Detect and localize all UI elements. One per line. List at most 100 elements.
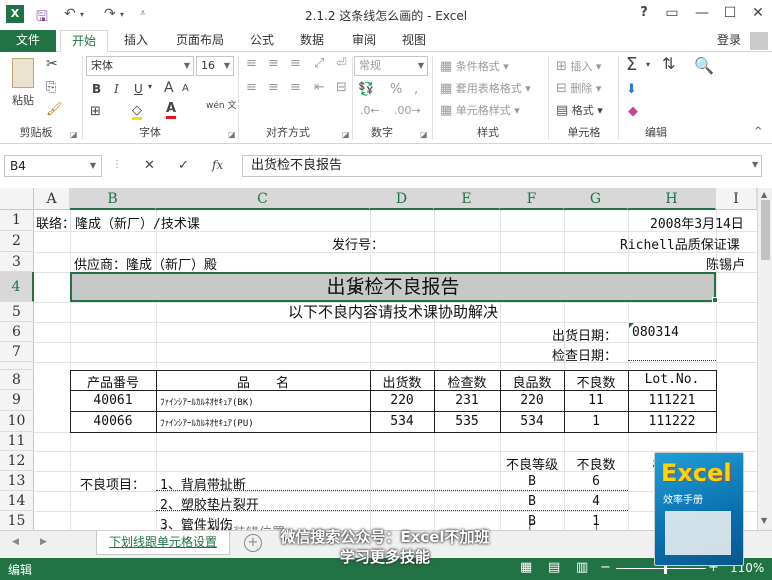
copy-icon[interactable]: ⎘	[46, 80, 56, 95]
format-painter-icon[interactable]: 🖌	[46, 102, 63, 117]
autosum-dropdown-icon[interactable]: ▾	[646, 60, 650, 69]
formula-input[interactable]: 出货检不良报告	[242, 155, 762, 177]
cell-defect-count-header[interactable]: 不良数	[564, 454, 628, 473]
report-title[interactable]: 出货检不良报告	[70, 274, 716, 300]
wrap-text-icon[interactable]: ⏎	[336, 56, 347, 71]
tab-file[interactable]: 文件	[0, 30, 56, 52]
row-header[interactable]: 12	[0, 451, 34, 471]
italic-button[interactable]: I	[114, 82, 119, 96]
table-header-cell[interactable]: 良品数	[500, 372, 564, 391]
table-cell[interactable]: 535	[434, 414, 500, 429]
row-header-hidden[interactable]	[0, 362, 34, 370]
merge-center-icon[interactable]: ⊟	[336, 80, 347, 95]
fill-icon[interactable]: ⬇	[626, 82, 637, 97]
name-box[interactable]: B4 ▼	[4, 155, 102, 177]
row-header[interactable]: 2	[0, 231, 34, 252]
select-all-corner[interactable]	[0, 188, 34, 210]
font-color-icon[interactable]: A	[166, 102, 177, 119]
page-layout-view-icon[interactable]: ▤	[548, 560, 560, 575]
cell-issuer-label[interactable]: 发行号：	[332, 234, 384, 253]
defect-count[interactable]: 4	[564, 494, 628, 509]
delete-cells-button[interactable]: ⊟ 删除 ▾	[556, 80, 601, 96]
format-cells-button[interactable]: ▤ 格式 ▾	[556, 102, 603, 118]
row-header[interactable]: 10	[0, 411, 34, 432]
row-header[interactable]: 15	[0, 511, 34, 530]
cell-person[interactable]: 陈锡卢	[706, 254, 745, 273]
cancel-icon[interactable]: ✕	[144, 158, 155, 173]
column-header-d[interactable]: D	[370, 188, 434, 210]
column-header-f[interactable]: F	[500, 188, 564, 210]
column-header-b[interactable]: B	[70, 188, 156, 210]
cell-defect-label[interactable]: 不良项目：	[80, 474, 145, 493]
spreadsheet-grid[interactable]: A B C D E F G H I 1 2 3 4 5 6 7 8 9 10 1…	[0, 188, 757, 530]
underline-dropdown-icon[interactable]: ▾	[148, 82, 152, 91]
clipboard-launcher-icon[interactable]: ◪	[70, 130, 78, 139]
percent-button[interactable]: %	[390, 82, 402, 97]
table-header-cell[interactable]: 品 名	[156, 372, 370, 391]
comma-button[interactable]: ,	[414, 82, 418, 97]
sheet-tab-active[interactable]: 下划线跟单元格设置	[96, 531, 230, 555]
tab-insert[interactable]: 插入	[116, 30, 156, 52]
help-icon[interactable]: ?	[634, 5, 654, 20]
underline-button[interactable]: U	[134, 82, 143, 96]
table-cell[interactable]: 40066	[70, 414, 156, 429]
cell-date[interactable]: 2008年3月14日	[650, 213, 744, 232]
scroll-down-icon[interactable]: ▼	[761, 516, 767, 525]
clear-icon[interactable]: ◆	[628, 104, 638, 119]
minimize-icon[interactable]: —	[692, 5, 712, 21]
align-bottom-icon[interactable]: ≡	[290, 56, 301, 71]
table-cell[interactable]: 111221	[628, 393, 716, 408]
alignment-launcher-icon[interactable]: ◪	[342, 130, 350, 139]
avatar[interactable]	[750, 32, 768, 50]
next-sheet-icon[interactable]: ▶	[40, 537, 47, 547]
collapse-ribbon-icon[interactable]: ^	[754, 126, 762, 137]
tab-formulas[interactable]: 公式	[242, 30, 282, 52]
prev-sheet-icon[interactable]: ◀	[12, 537, 19, 547]
sort-filter-icon[interactable]: ⇅	[662, 54, 675, 73]
phonetic-icon[interactable]: wén 文	[206, 102, 236, 111]
font-name-select[interactable]: 宋体 ▼	[86, 56, 194, 76]
align-left-icon[interactable]: ≡	[246, 80, 257, 95]
font-size-select[interactable]: 16 ▼	[196, 56, 234, 76]
cell-styles-button[interactable]: ▦ 单元格样式 ▾	[440, 102, 520, 118]
cell-defect-grade-header[interactable]: 不良等级	[500, 454, 564, 473]
align-top-icon[interactable]: ≡	[246, 56, 257, 71]
inspect-date-label[interactable]: 检查日期：	[552, 345, 617, 364]
row-header[interactable]: 3	[0, 252, 34, 272]
ship-date-label[interactable]: 出货日期：	[552, 325, 617, 344]
table-cell[interactable]: ﾌｧｲﾝｼｱｰﾙｶﾙﾈｵｾｷｭｱ(BK)	[160, 395, 254, 408]
column-header-e[interactable]: E	[434, 188, 500, 210]
row-header[interactable]: 7	[0, 342, 34, 362]
page-break-view-icon[interactable]: ▥	[576, 560, 588, 575]
table-cell[interactable]: 40061	[70, 393, 156, 408]
paste-button[interactable]: 粘贴	[12, 92, 34, 108]
cell-supplier[interactable]: 供应商：隆成（新厂）殿	[74, 254, 217, 273]
zoom-out-icon[interactable]: −	[600, 560, 611, 575]
align-right-icon[interactable]: ≡	[290, 80, 301, 95]
row-header[interactable]: 1	[0, 210, 34, 231]
defect-grade[interactable]: B	[500, 474, 564, 489]
column-header-g[interactable]: G	[564, 188, 628, 210]
table-cell[interactable]: 111222	[628, 414, 716, 429]
tab-home[interactable]: 开始	[60, 30, 108, 53]
table-header-cell[interactable]: 产品番号	[70, 372, 156, 391]
align-middle-icon[interactable]: ≡	[268, 56, 279, 71]
ribbon-display-icon[interactable]: ▭	[662, 5, 682, 21]
cell-department[interactable]: Richell品质保证课	[620, 234, 740, 253]
table-header-cell[interactable]: 出货数	[370, 372, 434, 391]
column-header-h[interactable]: H	[628, 188, 716, 210]
table-cell[interactable]: 534	[370, 414, 434, 429]
table-cell[interactable]: 534	[500, 414, 564, 429]
row-header[interactable]: 4	[0, 272, 34, 302]
zoom-slider[interactable]	[616, 568, 706, 569]
cut-icon[interactable]: ✂	[46, 56, 58, 72]
tab-review[interactable]: 审阅	[344, 30, 384, 52]
tab-view[interactable]: 视图	[394, 30, 434, 52]
format-as-table-button[interactable]: ▦ 套用表格格式 ▾	[440, 80, 531, 96]
table-cell[interactable]: 220	[370, 393, 434, 408]
tab-data[interactable]: 数据	[292, 30, 332, 52]
insert-function-icon[interactable]: fx	[212, 158, 223, 172]
tab-page-layout[interactable]: 页面布局	[168, 30, 232, 52]
decrease-indent-icon[interactable]: ⇤	[314, 80, 325, 95]
vertical-scrollbar[interactable]: ▲ ▼	[757, 188, 772, 530]
